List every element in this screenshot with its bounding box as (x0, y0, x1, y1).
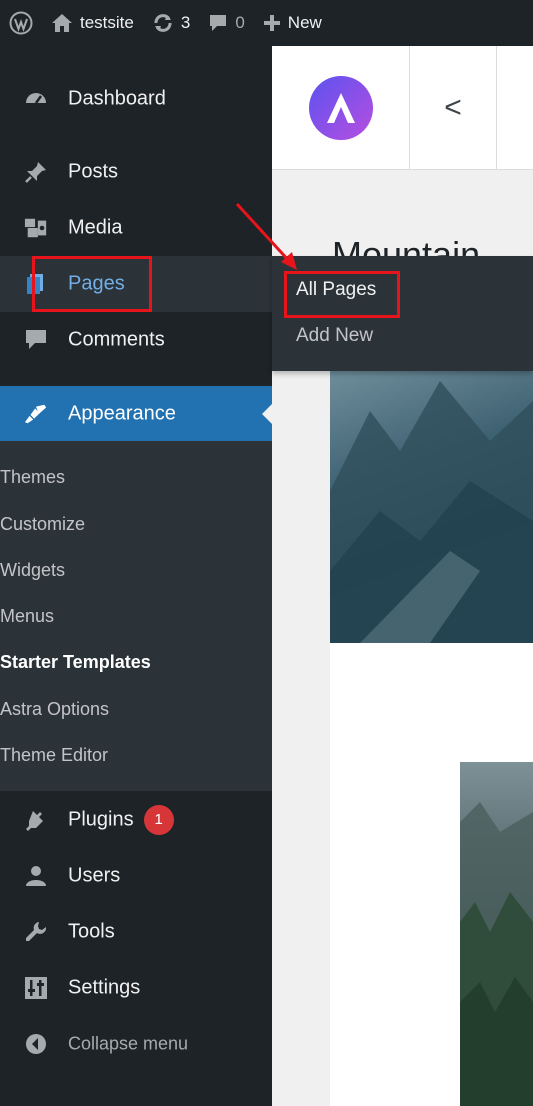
annotation-arrow-icon (235, 202, 297, 270)
